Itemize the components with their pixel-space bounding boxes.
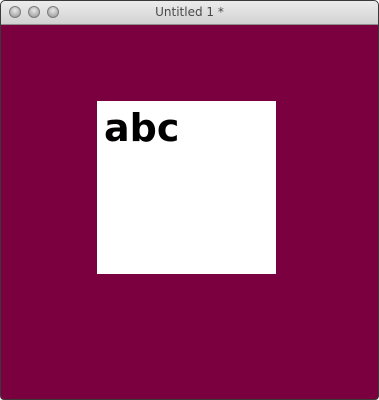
white-card[interactable]: abc bbox=[97, 101, 276, 274]
card-text: abc bbox=[104, 106, 180, 150]
window-title: Untitled 1 * bbox=[155, 5, 224, 19]
title-bar[interactable]: Untitled 1 * bbox=[1, 1, 378, 25]
canvas-area[interactable]: abc bbox=[1, 25, 378, 399]
app-window: Untitled 1 * abc bbox=[0, 0, 379, 400]
